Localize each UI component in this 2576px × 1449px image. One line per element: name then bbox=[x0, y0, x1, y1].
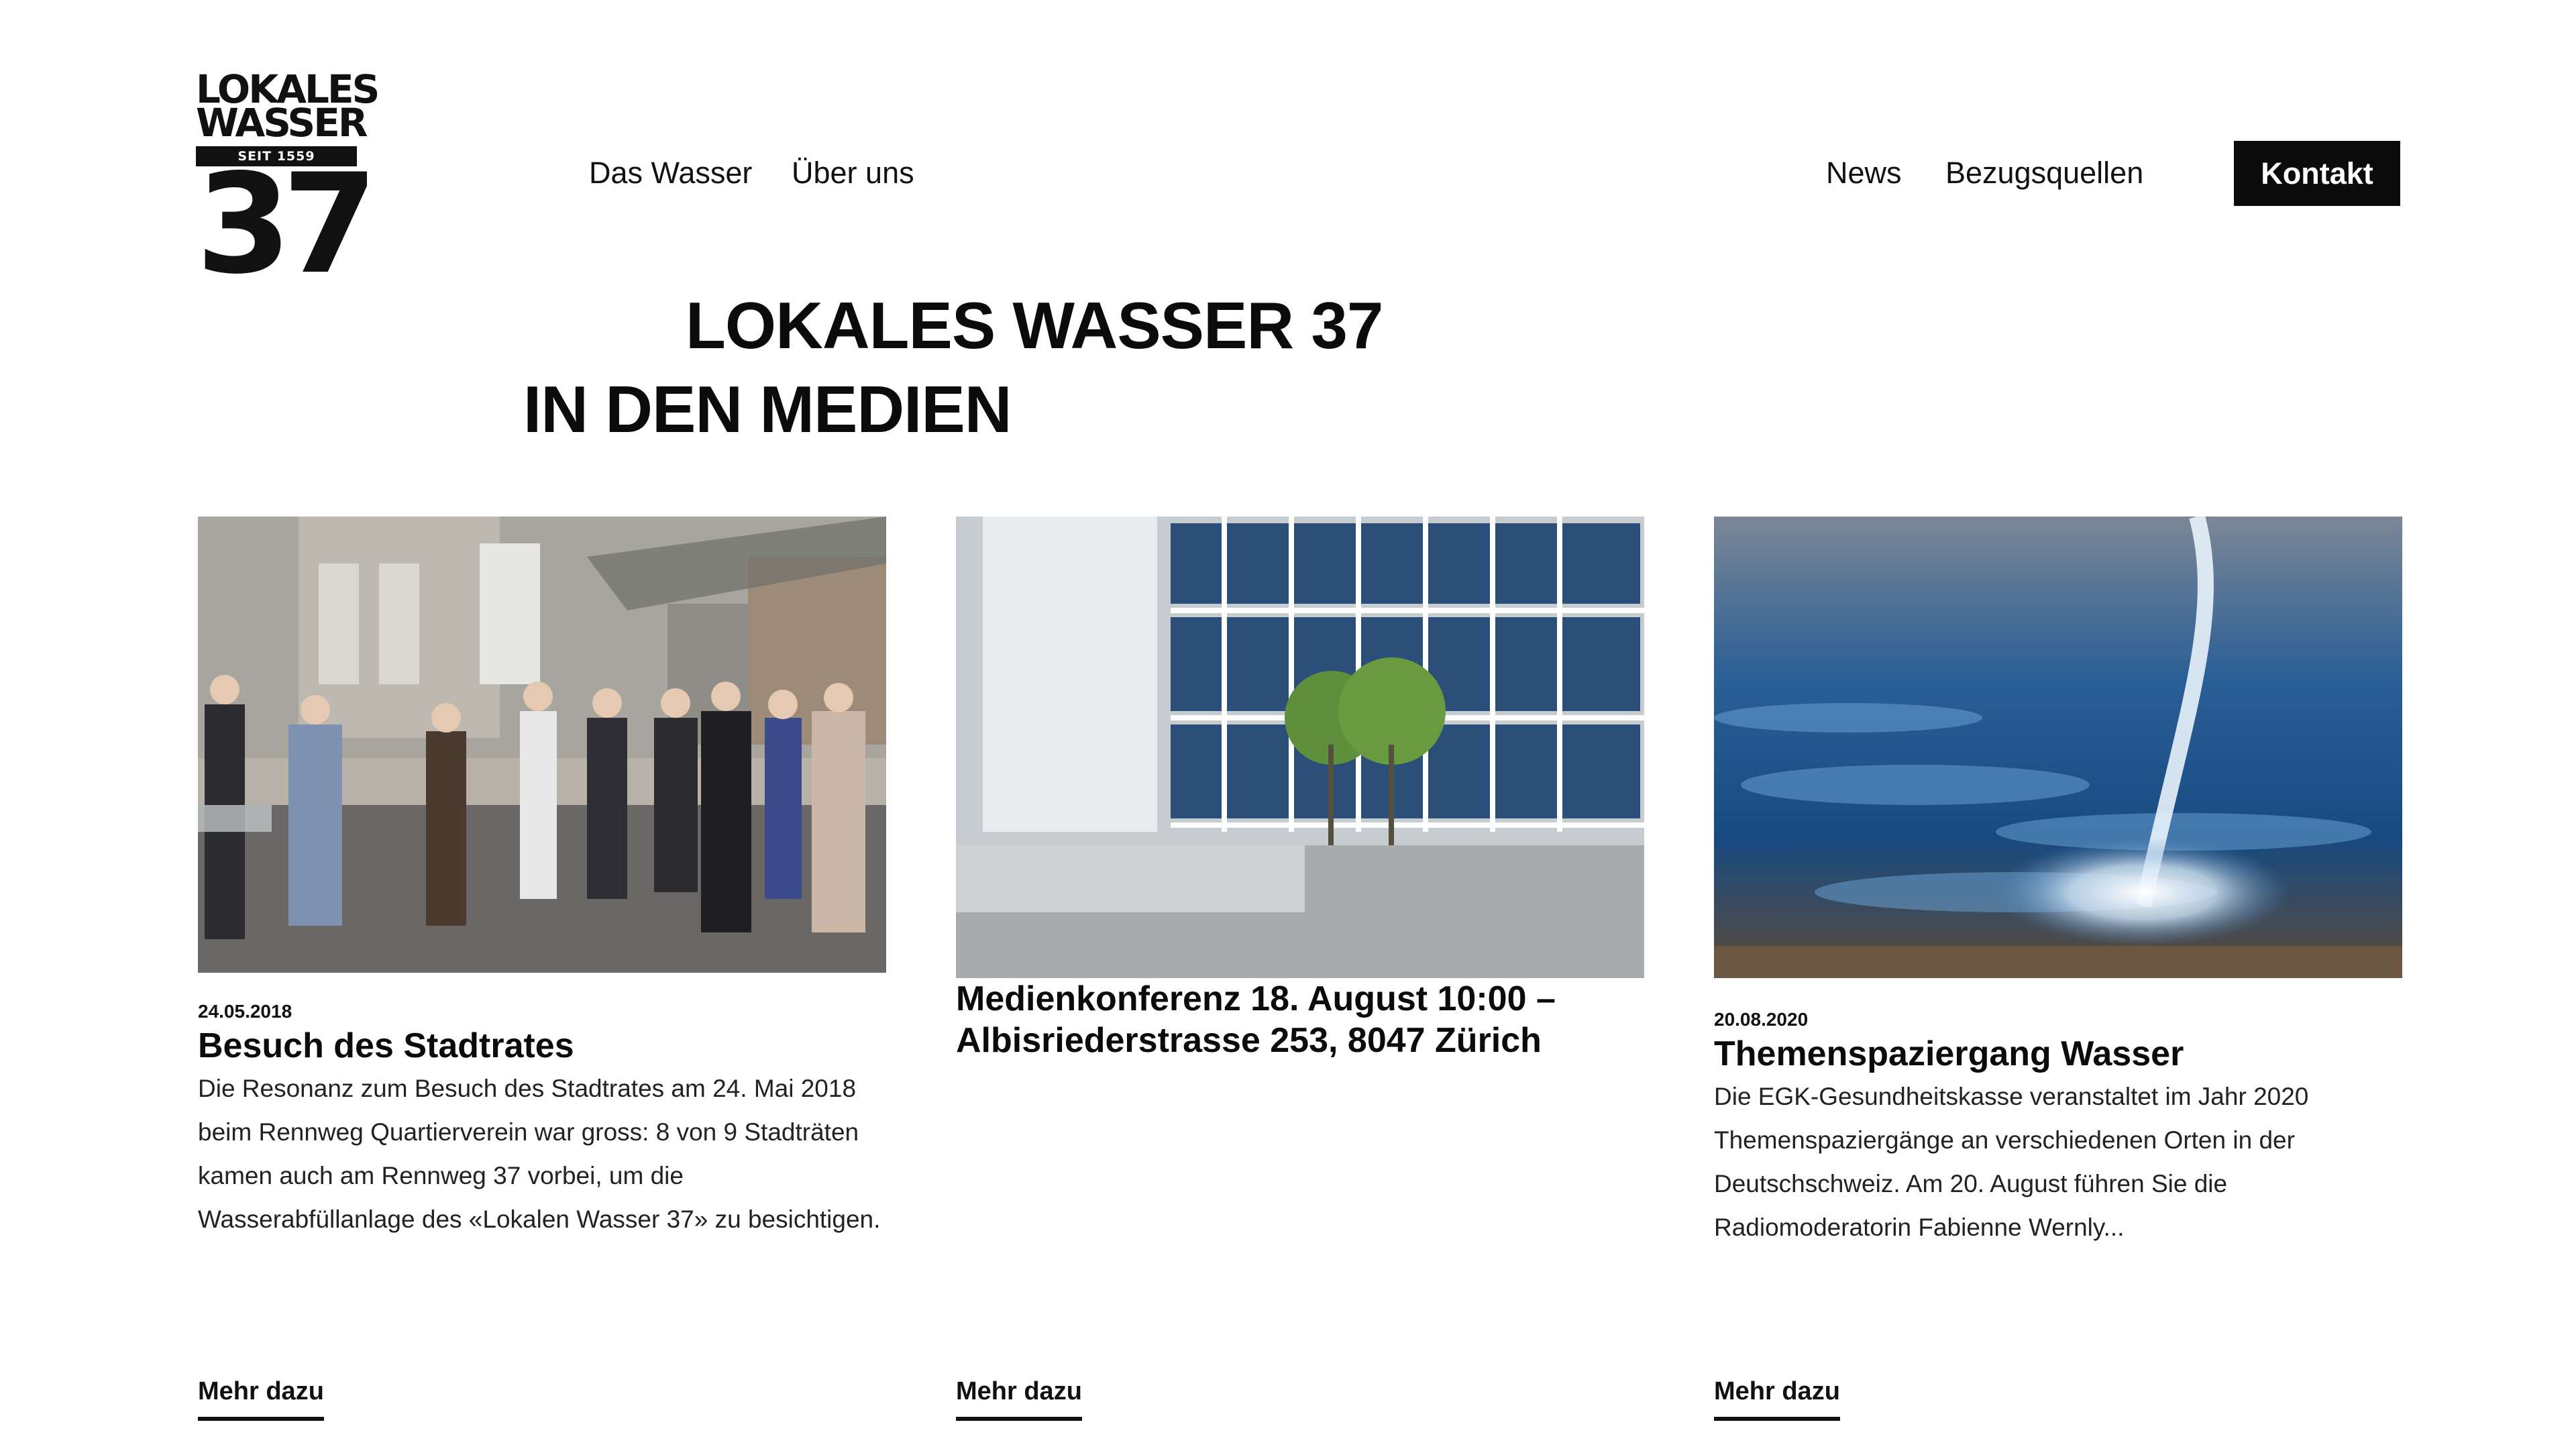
nav-news[interactable]: News bbox=[1826, 154, 1902, 192]
card-date: 24.05.2018 bbox=[198, 1001, 292, 1022]
headline-line-1: LOKALES WASSER 37 bbox=[686, 288, 1383, 362]
site-logo[interactable]: LOKALES WASSER SEIT 1559 37 bbox=[196, 70, 380, 294]
card-title-text[interactable]: Medienkonferenz 18. August 10:00 – Albis… bbox=[956, 979, 1556, 1060]
logo-number: 37 bbox=[196, 145, 378, 305]
card-image-people[interactable] bbox=[198, 517, 886, 973]
card-image-water[interactable] bbox=[1714, 517, 2402, 978]
news-card: 24.05.2018 Besuch des Stadtrates Die Res… bbox=[198, 517, 886, 1421]
news-card: Medienkonferenz 18. August 10:00 – Albis… bbox=[956, 517, 1644, 1421]
card-excerpt: Die Resonanz zum Besuch des Stadtrates a… bbox=[198, 1075, 881, 1233]
card-title[interactable]: Themenspaziergang Wasser bbox=[1714, 1033, 2402, 1075]
card-image-building[interactable] bbox=[956, 517, 1644, 978]
nav-bezugsquellen[interactable]: Bezugsquellen bbox=[1945, 154, 2143, 192]
logo-line-2: WASSER bbox=[196, 100, 368, 146]
card-date: 20.08.2020 bbox=[1714, 1009, 1809, 1030]
card-title[interactable]: Medienkonferenz 18. August 10:00 – Albis… bbox=[956, 978, 1644, 1061]
headline-line-2: IN DEN MEDIEN bbox=[523, 372, 1012, 446]
card-title[interactable]: Besuch des Stadtrates bbox=[198, 1025, 886, 1067]
card-excerpt: Die EGK-Gesundheitskasse veranstaltet im… bbox=[1714, 1083, 2309, 1241]
read-more-link[interactable]: Mehr dazu bbox=[198, 1375, 324, 1421]
card-title-text[interactable]: Themenspaziergang Wasser bbox=[1714, 1034, 2184, 1073]
nav-ueber-uns[interactable]: Über uns bbox=[792, 154, 914, 192]
read-more-link[interactable]: Mehr dazu bbox=[956, 1375, 1082, 1421]
read-more-link[interactable]: Mehr dazu bbox=[1714, 1375, 1840, 1421]
news-card: 20.08.2020 Themenspaziergang Wasser Die … bbox=[1714, 517, 2402, 1421]
nav-das-wasser[interactable]: Das Wasser bbox=[589, 154, 752, 192]
card-title-text[interactable]: Besuch des Stadtrates bbox=[198, 1026, 574, 1065]
contact-button[interactable]: Kontakt bbox=[2234, 141, 2400, 206]
